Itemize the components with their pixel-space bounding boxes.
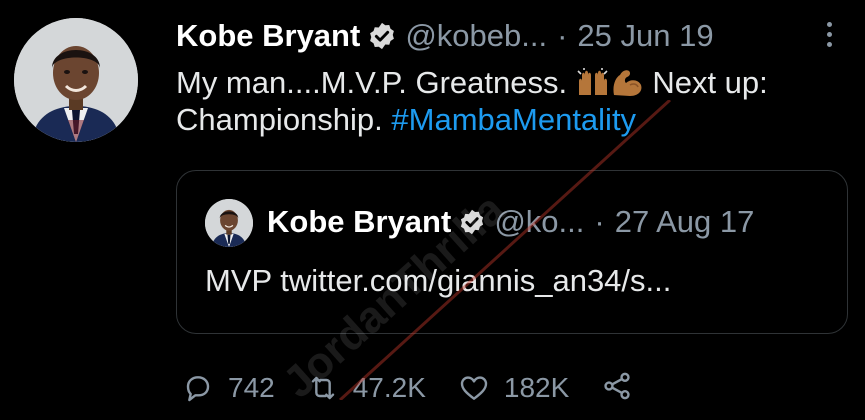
separator-dot: · <box>557 18 568 53</box>
more-options-icon[interactable] <box>822 22 836 52</box>
quoted-avatar[interactable] <box>205 199 253 247</box>
verified-badge-icon <box>370 22 395 50</box>
like-button[interactable]: 182K <box>458 372 569 404</box>
action-bar: 742 47.2K 182K <box>182 368 633 408</box>
quoted-tweet[interactable]: Kobe Bryant @ko... · 27 Aug 17 MVP twitt… <box>176 170 848 334</box>
retweet-button[interactable]: 47.2K <box>307 372 426 404</box>
author-name[interactable]: Kobe Bryant <box>176 18 360 54</box>
quoted-header: Kobe Bryant @ko... · 27 Aug 17 <box>267 201 754 243</box>
retweet-icon <box>311 376 334 400</box>
author-handle[interactable]: @kobeb... <box>405 18 547 54</box>
reply-count: 742 <box>228 372 275 403</box>
quoted-text: MVP twitter.com/giannis_an34/s... <box>205 263 672 298</box>
quoted-author-name[interactable]: Kobe Bryant <box>267 204 451 240</box>
separator-dot: · <box>594 204 605 239</box>
like-count: 182K <box>503 372 570 403</box>
reply-button[interactable]: 742 <box>182 372 275 404</box>
share-button[interactable] <box>601 370 633 407</box>
heart-icon <box>460 376 488 400</box>
tweet-text-main: My man....M.V.P. Greatness. <box>176 65 576 100</box>
flexed-biceps-emoji <box>613 70 642 96</box>
tweet-header: Kobe Bryant @kobeb... · 25 Jun 19 <box>176 14 714 58</box>
reply-icon <box>186 376 210 402</box>
tweet-date[interactable]: 25 Jun 19 <box>577 18 713 54</box>
verified-badge-icon <box>461 209 484 235</box>
retweet-count: 47.2K <box>352 372 426 403</box>
hashtag-link[interactable]: #MambaMentality <box>391 102 636 137</box>
raising-hands-emoji <box>577 68 608 95</box>
tweet-text: My man....M.V.P. Greatness. Next up: Cha… <box>176 64 836 138</box>
tweet: Kobe Bryant @kobeb... · 25 Jun 19 My man… <box>0 0 865 420</box>
quoted-date[interactable]: 27 Aug 17 <box>615 204 755 240</box>
avatar[interactable] <box>14 18 138 142</box>
share-icon <box>604 372 630 399</box>
quoted-handle[interactable]: @ko... <box>494 204 584 240</box>
